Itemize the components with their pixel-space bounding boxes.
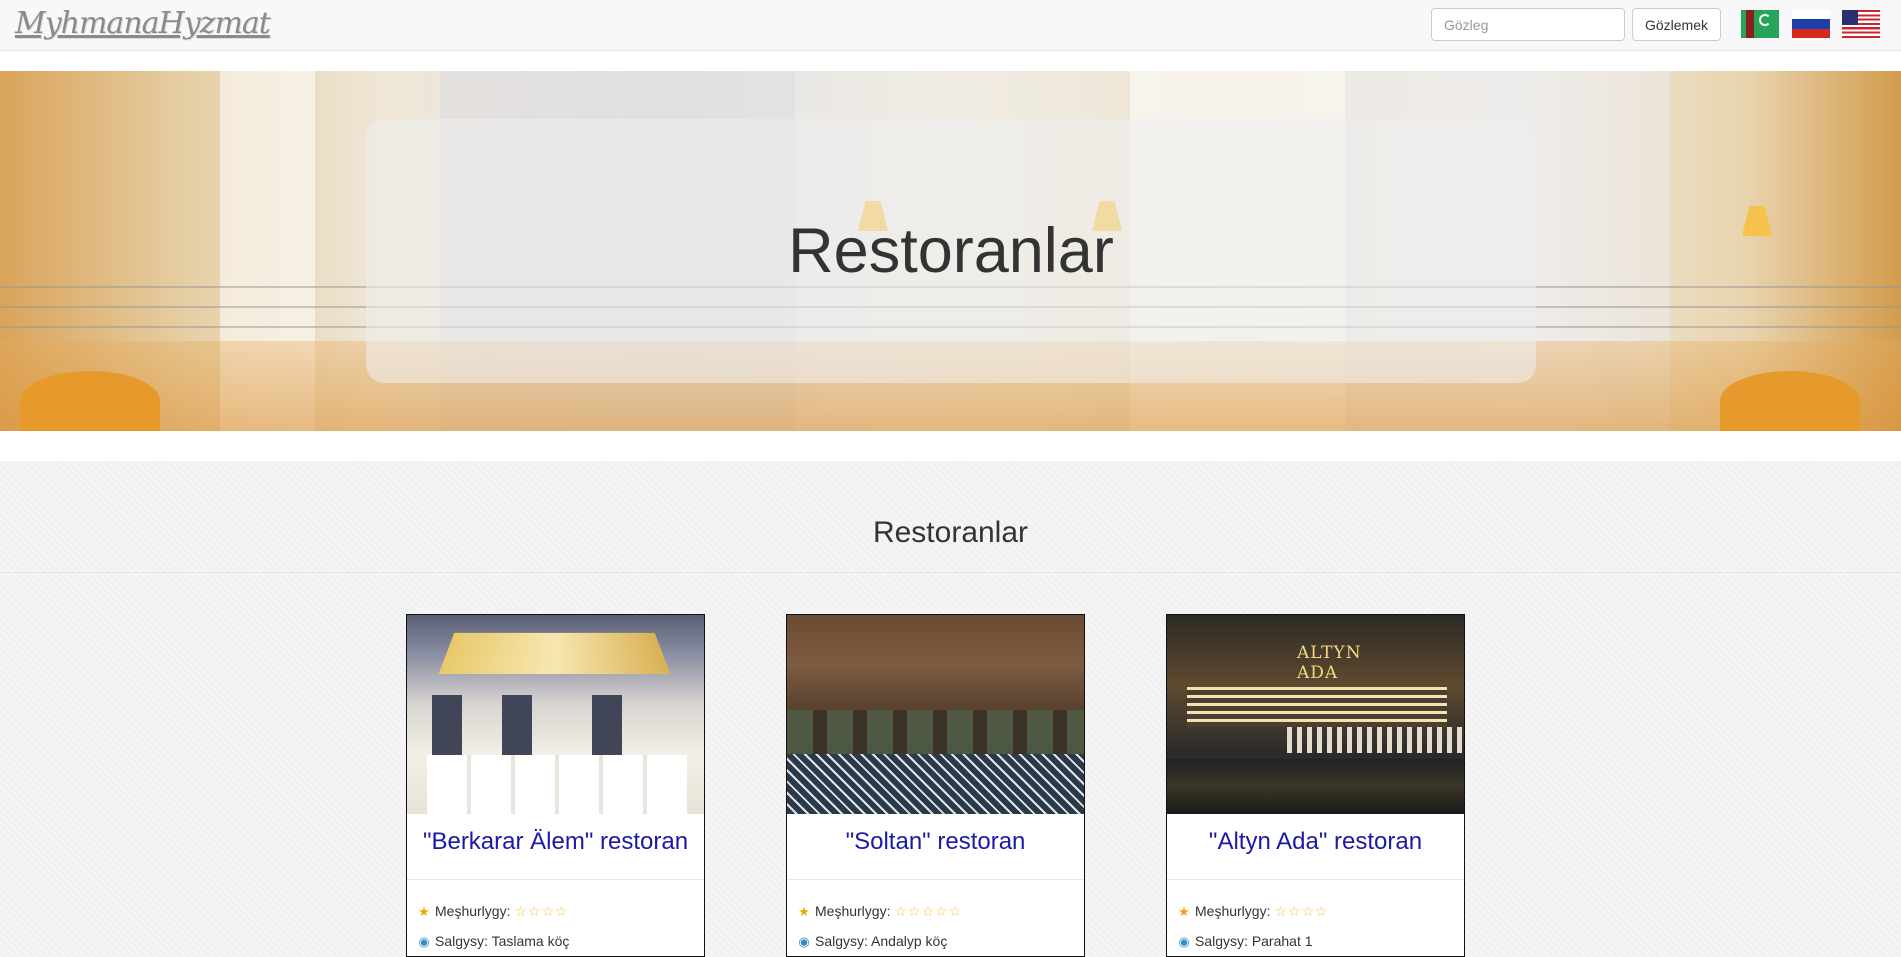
location-pin-icon: ◉ (1178, 934, 1190, 949)
location-pin-icon: ◉ (798, 934, 810, 949)
address-label: Salgysy: (1195, 933, 1248, 949)
rating-row: ★ Meşhurlygy: ☆☆☆☆ (417, 903, 569, 920)
address-value: Andalyp köç (871, 933, 948, 949)
restaurant-card[interactable]: "Soltan" restoran ★ Meşhurlygy: ☆☆☆☆☆ ◉ Sa… (786, 614, 1085, 957)
restaurant-photo[interactable] (407, 615, 704, 814)
address-row: ◉ Salgysy: Taslama köç (417, 933, 569, 950)
restaurant-photo[interactable]: ALTYN ADA (1167, 615, 1464, 814)
restaurant-card[interactable]: "Berkarar Älem" restoran ★ Meşhurlygy: ☆☆… (406, 614, 705, 957)
restaurant-title-link[interactable]: "Altyn Ada" restoran (1167, 828, 1464, 856)
section-title: Restoranlar (872, 516, 1029, 549)
rating-row: ★ Meşhurlygy: ☆☆☆☆ (1177, 903, 1329, 920)
hero-overlay-box: Restoranlar (366, 119, 1536, 383)
star-icon: ★ (418, 904, 430, 919)
location-pin-icon: ◉ (418, 934, 430, 949)
address-label: Salgysy: (435, 933, 488, 949)
navbar: MyhmanaHyzmat Gözlemek (0, 0, 1901, 51)
address-row: ◉ Salgysy: Andalyp köç (797, 933, 947, 950)
star-icon: ★ (798, 904, 810, 919)
restaurant-title-link[interactable]: "Berkarar Älem" restoran (407, 828, 704, 856)
rating-label: Meşhurlygy: (1195, 903, 1271, 919)
brand-logo[interactable]: MyhmanaHyzmat (15, 4, 271, 44)
address-value: Parahat 1 (1251, 933, 1313, 949)
rating-stars: ☆☆☆☆☆ (894, 903, 963, 919)
rating-label: Meşhurlygy: (815, 903, 891, 919)
rating-stars: ☆☆☆☆ (1274, 903, 1329, 919)
address-value: Taslama köç (491, 933, 570, 949)
address-label: Salgysy: (815, 933, 868, 949)
rating-label: Meşhurlygy: (435, 903, 511, 919)
divider (407, 879, 704, 880)
star-icon: ★ (1178, 904, 1190, 919)
search-button[interactable]: Gözlemek (1632, 8, 1721, 41)
rating-row: ★ Meşhurlygy: ☆☆☆☆☆ (797, 903, 962, 920)
restaurant-photo[interactable] (787, 615, 1084, 814)
hero-banner: Restoranlar (0, 71, 1901, 431)
divider (0, 572, 1901, 573)
russian-flag-icon[interactable] (1792, 10, 1830, 38)
divider (1167, 879, 1464, 880)
search-input[interactable] (1431, 8, 1625, 41)
content-section: Restoranlar "Berkarar Älem" restoran ★ Me… (0, 461, 1901, 957)
restaurant-title-link[interactable]: "Soltan" restoran (787, 828, 1084, 856)
usa-flag-icon[interactable] (1842, 10, 1880, 38)
hero-title: Restoranlar (788, 216, 1114, 286)
turkmen-flag-icon[interactable] (1741, 10, 1779, 38)
restaurant-sign: ALTYN ADA (1297, 643, 1362, 683)
rating-stars: ☆☆☆☆ (514, 903, 569, 919)
address-row: ◉ Salgysy: Parahat 1 (1177, 933, 1313, 950)
restaurant-card[interactable]: ALTYN ADA "Altyn Ada" restoran ★ Meşhurly… (1166, 614, 1465, 957)
divider (787, 879, 1084, 880)
